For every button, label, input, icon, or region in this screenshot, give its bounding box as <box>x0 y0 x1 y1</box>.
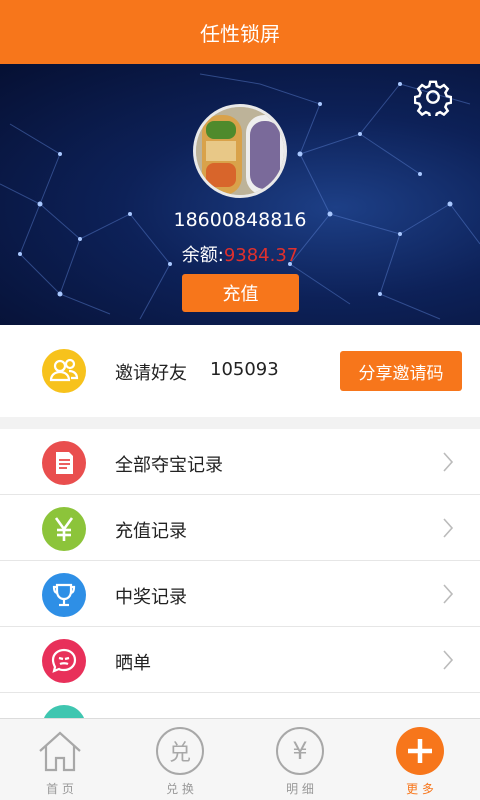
balance-label: 余额: <box>181 245 224 266</box>
settings-gear-icon[interactable] <box>414 78 452 116</box>
balance-value: 9384.37 <box>223 245 299 266</box>
chevron-right-icon <box>443 650 454 670</box>
yen-circle-icon: ¥ <box>276 727 324 775</box>
menu-item-label: 充值记录 <box>115 521 187 542</box>
friends-icon <box>42 349 86 393</box>
balance-line: 余额:9384.37 <box>0 241 480 267</box>
chevron-right-icon <box>443 518 454 538</box>
yen-icon <box>42 507 86 551</box>
exchange-icon-glyph: 兑 <box>168 741 191 766</box>
yen-icon-glyph: ¥ <box>292 737 308 765</box>
user-phone: 18600848816 <box>173 209 307 231</box>
page-title: 任性锁屏 <box>200 21 280 46</box>
profile-header: 18600848816 余额:9384.37 充值 <box>0 64 480 325</box>
partial-icon <box>42 705 86 719</box>
menu-list: 全部夺宝记录 充值记录 中奖记录 晒单 <box>0 429 480 719</box>
trophy-icon <box>42 573 86 617</box>
menu-item-label: 晒单 <box>115 653 151 674</box>
invite-section: 邀请好友 105093 分享邀请码 <box>0 325 480 417</box>
menu-item-label: 全部夺宝记录 <box>115 455 223 476</box>
menu-item-all-records[interactable]: 全部夺宝记录 <box>0 429 480 495</box>
tab-home[interactable]: 首 页 <box>0 719 120 800</box>
invite-label: 邀请好友 <box>115 363 187 384</box>
home-icon <box>39 731 81 772</box>
tab-exchange[interactable]: 兑 兑 换 <box>120 719 240 800</box>
menu-item-recharge-records[interactable]: 充值记录 <box>0 495 480 561</box>
exchange-icon: 兑 <box>156 727 204 775</box>
document-icon <box>42 441 86 485</box>
tab-details[interactable]: ¥ 明 细 <box>240 719 360 800</box>
chevron-right-icon <box>443 584 454 604</box>
chevron-right-icon <box>443 452 454 472</box>
menu-item-partial[interactable] <box>0 693 480 719</box>
title-bar: 任性锁屏 <box>0 0 480 64</box>
menu-item-label: 中奖记录 <box>115 587 187 608</box>
tab-label: 兑 换 <box>166 782 194 796</box>
menu-item-share-orders[interactable]: 晒单 <box>0 627 480 693</box>
avatar[interactable] <box>193 104 287 198</box>
tab-label: 明 细 <box>286 782 314 796</box>
menu-item-winning-records[interactable]: 中奖记录 <box>0 561 480 627</box>
tab-more[interactable]: 更 多 <box>360 719 480 800</box>
share-invite-code-button[interactable]: 分享邀请码 <box>340 351 462 391</box>
bottom-tab-bar: 首 页 兑 兑 换 ¥ 明 细 更 多 <box>0 718 480 800</box>
tab-label: 首 页 <box>46 782 74 796</box>
chat-icon <box>42 639 86 683</box>
invite-code: 105093 <box>210 359 279 380</box>
plus-icon <box>396 727 444 775</box>
recharge-button[interactable]: 充值 <box>182 274 299 312</box>
tab-label: 更 多 <box>406 782 434 796</box>
